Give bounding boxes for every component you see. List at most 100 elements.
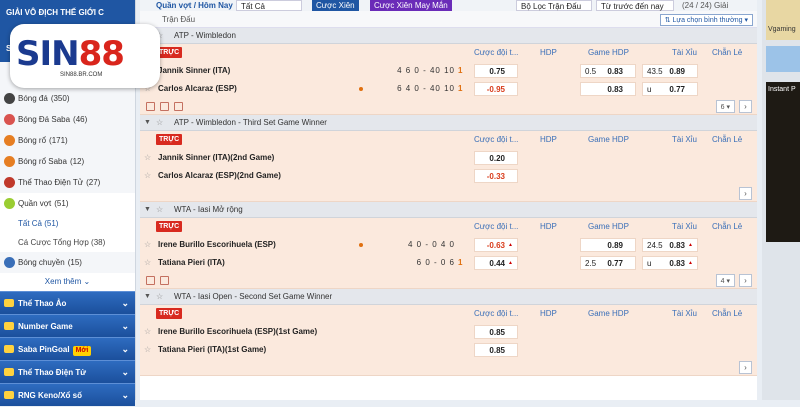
- sport-label: Thể Thao Điện Tử: [18, 178, 84, 187]
- sidebar-section[interactable]: Thể Thao Ảo ⌄: [0, 291, 135, 314]
- league-header[interactable]: ▼ ☆ WTA - Iasi Mở rộng: [140, 202, 757, 218]
- sidebar-sport-item[interactable]: Quần vợt (51): [0, 193, 135, 214]
- chevron-right-icon[interactable]: ›: [739, 274, 752, 287]
- moneyline-odds-button[interactable]: 0.85: [474, 343, 518, 357]
- sidebar-sport-item[interactable]: Bóng đá (350): [0, 88, 135, 109]
- sidebar-sport-item[interactable]: Bóng Đá Saba (46): [0, 109, 135, 130]
- stats-icon[interactable]: [146, 276, 155, 285]
- sidebar-sport-item[interactable]: Thể Thao Điện Tử (27): [0, 172, 135, 193]
- vgaming-banner[interactable]: Vgaming: [766, 0, 800, 40]
- more-bets-select[interactable]: 6 ▾: [715, 100, 735, 113]
- section-icon: [4, 368, 14, 376]
- sidebar-section[interactable]: Number Game ⌄: [0, 314, 135, 337]
- section-label: Thể Thao Ảo: [18, 299, 67, 308]
- over-under-odds-button[interactable]: 43.5 0.89: [642, 64, 698, 78]
- column-header: Cược đội t...: [474, 309, 519, 318]
- sport-count: (12): [69, 157, 85, 166]
- sin88-logo: SIN88 SIN88.BR.COM: [10, 24, 160, 88]
- match-filter-select[interactable]: Bộ Lọc Trận Đấu: [516, 0, 592, 11]
- filter-select[interactable]: Tất Cả: [236, 0, 302, 11]
- more-bets-select[interactable]: 4 ▾: [715, 274, 735, 287]
- sidebar-section[interactable]: Thể Thao Điện Tử ⌄: [0, 360, 135, 383]
- moneyline-odds-button[interactable]: -0.95: [474, 82, 518, 96]
- sidebar-section[interactable]: RNG Keno/Xổ số ⌄: [0, 383, 135, 406]
- league-header[interactable]: ▼ ☆ WTA - Iasi Open - Second Set Game Winn…: [140, 289, 757, 305]
- game-hdp-odds-button[interactable]: 0.5 0.83: [580, 64, 636, 78]
- tennis-sub-item[interactable]: Cá Cược Tổng Hợp (38): [0, 233, 135, 252]
- moneyline-odds-button[interactable]: 0.75: [474, 64, 518, 78]
- star-icon[interactable]: ☆: [144, 254, 151, 272]
- sport-label: Bóng chuyền: [18, 258, 65, 267]
- column-header: HDP: [540, 222, 557, 231]
- sport-ball-icon: [4, 156, 15, 167]
- league-footer: ›: [140, 359, 757, 376]
- sport-count: (350): [50, 94, 70, 103]
- over-under-odds-button[interactable]: u 0.77: [642, 82, 698, 96]
- stats-icon[interactable]: [174, 102, 183, 111]
- section-label: Thể Thao Điện Tử: [18, 368, 87, 377]
- new-badge: Mới: [72, 346, 92, 356]
- world-cup-link[interactable]: GIẢI VÔ ĐỊCH THẾ GIỚI C: [6, 4, 129, 22]
- star-icon[interactable]: ☆: [156, 115, 163, 131]
- collapse-icon[interactable]: ▼: [144, 115, 151, 131]
- sidebar-section[interactable]: Saba PinGoal Mới ⌄: [0, 337, 135, 360]
- team-name: Jannik Sinner (ITA)(2nd Game): [158, 153, 275, 162]
- league-header[interactable]: ▼☆ATP - Wimbledon: [140, 28, 757, 44]
- column-header: Cược đội t...: [474, 135, 519, 144]
- instant-banner[interactable]: Instant P: [766, 82, 800, 242]
- over-under-odds-button[interactable]: 24.5 0.83 ▲: [642, 238, 698, 252]
- game-hdp-odds-button[interactable]: 0.89: [580, 238, 636, 252]
- sidebar-sport-item[interactable]: Bóng rổ (171): [0, 130, 135, 151]
- column-header: Tài Xỉu: [672, 309, 697, 318]
- star-icon[interactable]: ☆: [156, 202, 163, 218]
- promo-tile[interactable]: [766, 46, 800, 72]
- chevron-right-icon[interactable]: ›: [739, 361, 752, 374]
- moneyline-odds-button[interactable]: 0.44 ▲: [474, 256, 518, 270]
- moneyline-odds-button[interactable]: 0.20: [474, 151, 518, 165]
- moneyline-odds-button[interactable]: 0.85: [474, 325, 518, 339]
- sidebar-sections: Thể Thao Ảo ⌄ Number Game ⌄ Saba PinGoal Mới ⌄…: [0, 291, 135, 406]
- sport-label: Bóng Đá Saba: [18, 115, 71, 124]
- sidebar-sport-item[interactable]: Bóng chuyền (15): [0, 252, 135, 273]
- moneyline-odds-button[interactable]: -0.33: [474, 169, 518, 183]
- stats-icon[interactable]: [160, 276, 169, 285]
- star-icon[interactable]: ☆: [144, 167, 151, 185]
- sport-ball-icon: [4, 93, 15, 104]
- current-set: 1: [458, 258, 463, 267]
- star-icon[interactable]: ☆: [156, 289, 163, 305]
- chevron-right-icon[interactable]: ›: [739, 187, 752, 200]
- league-list: ▼☆ATP - WimbledonTRỰCCược đội t...HDPGam…: [140, 28, 757, 376]
- sport-ball-icon: [4, 177, 15, 188]
- star-icon[interactable]: ☆: [144, 149, 151, 167]
- sidebar-sport-item[interactable]: Bóng rổ Saba (12): [0, 151, 135, 172]
- tennis-sub-item[interactable]: Tất Cả (51): [0, 214, 135, 233]
- time-filter-select[interactable]: Từ trước đến nay: [596, 0, 674, 11]
- over-under-odds-button[interactable]: u 0.83 ▲: [642, 256, 698, 270]
- stats-icon[interactable]: [160, 102, 169, 111]
- team-row: ☆ Irene Burillo Escorihuela (ESP)(1st Gam…: [140, 323, 757, 341]
- game-hdp-odds-button[interactable]: 0.83: [580, 82, 636, 96]
- star-icon[interactable]: ☆: [144, 236, 151, 254]
- collapse-icon[interactable]: ▼: [144, 289, 151, 305]
- sort-select[interactable]: ⇅ Lựa chọn bình thường ▾: [659, 14, 753, 26]
- column-header: Tài Xỉu: [672, 222, 697, 231]
- league-header[interactable]: ▼ ☆ ATP - Wimbledon - Third Set Game Winne…: [140, 115, 757, 131]
- show-more-link[interactable]: Xem thêm ⌄: [0, 273, 135, 291]
- live-score: 4 6 0 - 40 10: [397, 66, 455, 75]
- lucky-parlay-button[interactable]: Cược Xiên May Mắn: [370, 0, 452, 11]
- team-row: ☆ Jannik Sinner (ITA)(2nd Game) 0.20: [140, 149, 757, 167]
- star-icon[interactable]: ☆: [144, 323, 151, 341]
- column-header: HDP: [540, 135, 557, 144]
- game-hdp-odds-button[interactable]: 2.5 0.77: [580, 256, 636, 270]
- top-bar: Quần vợt / Hôm Nay Tất Cả Cược Xiên Cược…: [140, 0, 757, 11]
- star-icon[interactable]: ☆: [144, 341, 151, 359]
- column-header: Chẵn Lẻ: [712, 222, 743, 231]
- live-stream-icon[interactable]: [146, 102, 155, 111]
- breadcrumb: Trận Đấu ⇅ Lựa chọn bình thường ▾: [140, 11, 757, 28]
- sport-count: (46): [73, 115, 88, 124]
- column-header: Game HDP: [588, 309, 629, 318]
- parlay-button[interactable]: Cược Xiên: [312, 0, 359, 11]
- moneyline-odds-button[interactable]: -0.63 ▲: [474, 238, 518, 252]
- collapse-icon[interactable]: ▼: [144, 202, 151, 218]
- chevron-right-icon[interactable]: ›: [739, 100, 752, 113]
